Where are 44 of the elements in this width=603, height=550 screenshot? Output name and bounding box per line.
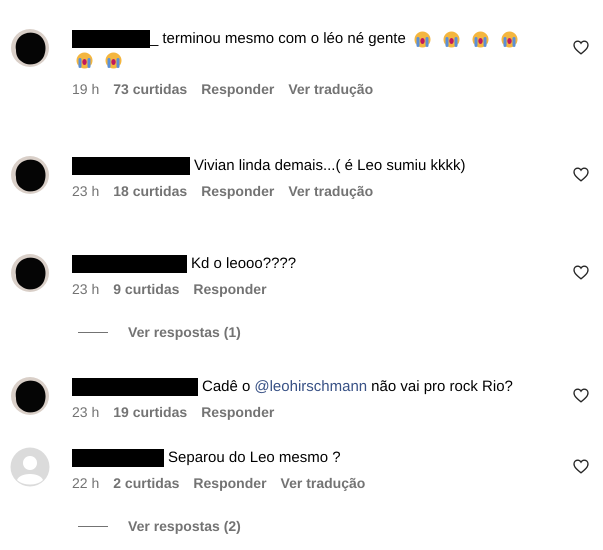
likes-count[interactable]: 18 curtidas <box>113 183 188 199</box>
crying-face-icon <box>500 30 518 48</box>
redacted-avatar <box>10 253 50 293</box>
reply-button[interactable]: Responder <box>201 81 274 97</box>
crying-face-icon <box>414 30 431 48</box>
comment-text: Separou do Leo mesmo ? <box>168 448 341 468</box>
likes-count[interactable]: 2 curtidas <box>113 475 180 491</box>
crying-face-icon <box>442 30 460 48</box>
translate-link[interactable]: Ver tradução <box>280 475 366 491</box>
comment-text: Vivian linda demais...( é Leo sumiu kkkk) <box>194 156 466 176</box>
redacted-avatar <box>10 155 50 195</box>
comment-time: 22 h <box>72 475 100 491</box>
likes-count[interactable]: 73 curtidas <box>113 81 188 97</box>
like-heart-icon[interactable] <box>573 459 589 474</box>
like-heart-icon[interactable] <box>573 167 589 182</box>
translate-link[interactable]: Ver tradução <box>288 183 374 199</box>
username-fragment: _ <box>150 29 158 49</box>
like-heart-icon[interactable] <box>573 388 589 403</box>
comment-text: terminou mesmo com o léo né gente <box>162 29 406 49</box>
reply-button[interactable]: Responder <box>201 404 274 420</box>
reply-button[interactable]: Responder <box>193 475 267 491</box>
redacted-avatar <box>10 28 50 68</box>
comment-text: Kd o leooo???? <box>191 254 296 274</box>
crying-face-icon <box>105 52 122 69</box>
reply-button[interactable]: Responder <box>201 183 274 199</box>
redacted-avatar <box>10 376 50 416</box>
like-heart-icon[interactable] <box>573 265 589 280</box>
reply-button[interactable]: Responder <box>193 281 267 297</box>
comment-time: 23 h <box>72 404 100 420</box>
translate-link[interactable]: Ver tradução <box>288 81 374 97</box>
comment-time: 23 h <box>72 281 100 297</box>
view-replies-button[interactable]: Ver respostas (2) <box>128 518 241 534</box>
likes-count[interactable]: 19 curtidas <box>113 404 188 420</box>
like-heart-icon[interactable] <box>573 40 589 55</box>
comment-time: 23 h <box>72 183 100 199</box>
crying-face-icon <box>472 30 489 48</box>
comment-text: Cadê o <box>202 377 250 397</box>
view-replies-button[interactable]: Ver respostas (1) <box>128 324 241 340</box>
crying-face-icon <box>76 52 93 69</box>
comment-time: 19 h <box>72 81 100 97</box>
comment-text: não vai pro rock Rio? <box>371 377 513 397</box>
likes-count[interactable]: 9 curtidas <box>113 281 180 297</box>
default-avatar-icon <box>10 447 50 487</box>
mention-link[interactable]: @leohirschmann <box>254 376 368 398</box>
